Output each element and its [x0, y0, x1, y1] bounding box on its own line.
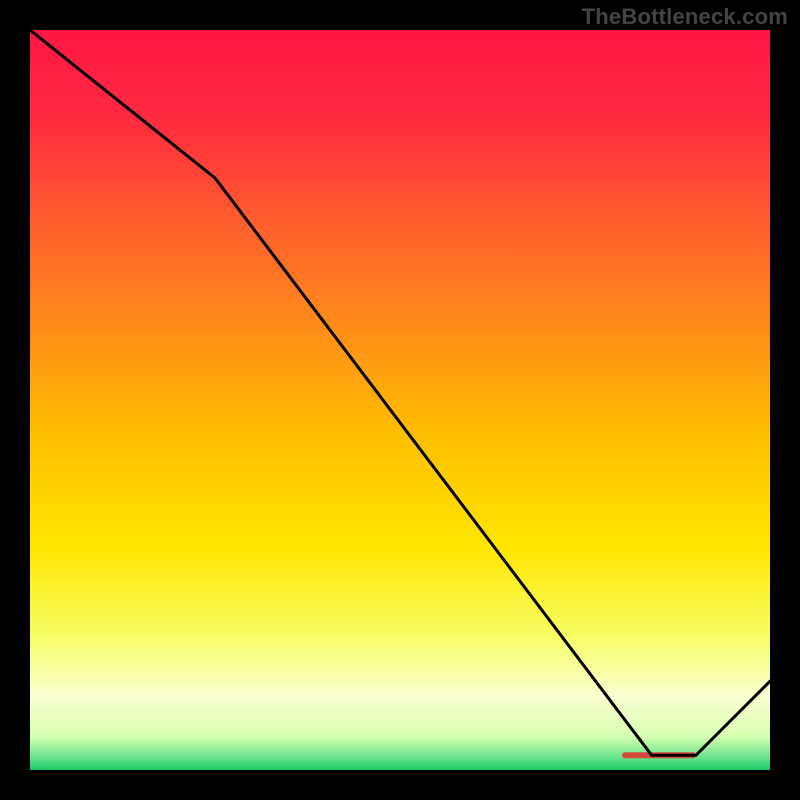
watermark-text: TheBottleneck.com: [582, 4, 788, 30]
chart-frame: TheBottleneck.com: [0, 0, 800, 800]
chart-svg: [30, 30, 770, 770]
gradient-background: [30, 30, 770, 770]
plot-container: [30, 30, 770, 770]
